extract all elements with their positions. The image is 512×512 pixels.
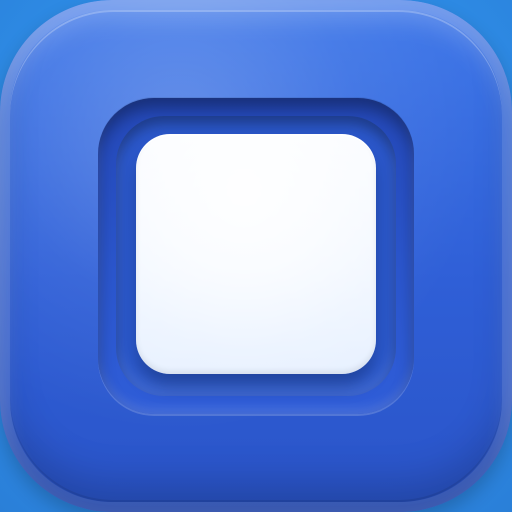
stop-square-icon — [136, 134, 376, 374]
app-icon-canvas — [0, 0, 512, 512]
stop-button-well — [98, 98, 414, 414]
stop-button-inner-well — [116, 116, 396, 396]
app-icon[interactable] — [0, 0, 512, 512]
